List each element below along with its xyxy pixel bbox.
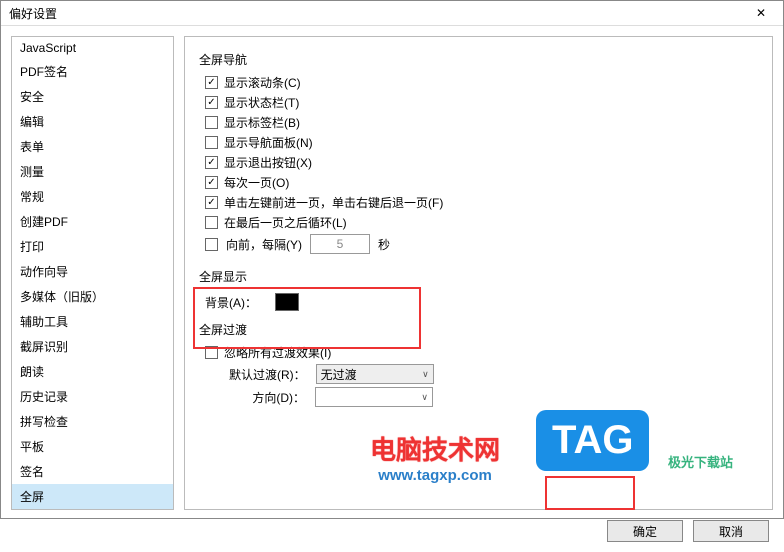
nav-check-label: 显示导航面板(N) — [224, 134, 313, 151]
sidebar-item[interactable]: 创建PDF — [12, 209, 173, 234]
default-transition-label: 默认过渡(R)： — [229, 366, 306, 383]
sidebar-item[interactable]: 常规 — [12, 184, 173, 209]
category-sidebar: JavaScriptPDF签名安全编辑表单测量常规创建PDF打印动作向导多媒体（… — [11, 36, 174, 510]
bg-color-picker[interactable] — [275, 293, 299, 311]
close-button[interactable]: ✕ — [743, 1, 779, 25]
nav-check-label: 每次一页(O) — [224, 174, 289, 191]
nav-check-label: 显示退出按钮(X) — [224, 154, 312, 171]
nav-group-title: 全屏导航 — [199, 51, 758, 68]
timer-label: 向前，每隔(Y) — [226, 236, 302, 253]
timer-checkbox[interactable] — [205, 238, 218, 251]
nav-checkbox[interactable] — [205, 96, 218, 109]
sidebar-item[interactable]: 全屏 — [12, 484, 173, 509]
nav-checkbox[interactable] — [205, 156, 218, 169]
sidebar-item[interactable]: 安全 — [12, 84, 173, 109]
nav-check-label: 显示标签栏(B) — [224, 114, 300, 131]
nav-check-label: 显示状态栏(T) — [224, 94, 299, 111]
titlebar: 偏好设置 ✕ — [1, 1, 783, 26]
direction-label: 方向(D)： — [229, 389, 305, 406]
sidebar-item[interactable]: 截屏识别 — [12, 334, 173, 359]
sidebar-item[interactable]: 历史记录 — [12, 384, 173, 409]
chevron-down-icon: ∨ — [422, 369, 429, 380]
sidebar-item[interactable]: 拼写检查 — [12, 409, 173, 434]
nav-checkbox[interactable] — [205, 176, 218, 189]
sidebar-item[interactable]: 打印 — [12, 234, 173, 259]
ignore-transition-checkbox[interactable] — [205, 346, 218, 359]
sidebar-item[interactable]: 动作向导 — [12, 259, 173, 284]
nav-check-label: 在最后一页之后循环(L) — [224, 214, 347, 231]
chevron-down-icon: ∨ — [421, 392, 428, 403]
nav-checkbox[interactable] — [205, 216, 218, 229]
direction-combo[interactable]: ∨ — [315, 387, 433, 407]
nav-check-label: 显示滚动条(C) — [224, 74, 301, 91]
display-group-title: 全屏显示 — [199, 268, 758, 285]
default-transition-combo[interactable]: 无过渡 ∨ — [316, 364, 434, 384]
nav-check-label: 单击左键前进一页，单击右键后退一页(F) — [224, 194, 443, 211]
transition-group-title: 全屏过渡 — [199, 321, 758, 338]
sidebar-item[interactable]: 平板 — [12, 434, 173, 459]
category-list[interactable]: JavaScriptPDF签名安全编辑表单测量常规创建PDF打印动作向导多媒体（… — [12, 37, 173, 509]
sidebar-item[interactable]: PDF签名 — [12, 59, 173, 84]
sidebar-item[interactable]: 多媒体（旧版） — [12, 284, 173, 309]
sidebar-item[interactable]: 表单 — [12, 134, 173, 159]
close-icon: ✕ — [756, 6, 766, 20]
nav-checkbox[interactable] — [205, 136, 218, 149]
nav-checkbox[interactable] — [205, 76, 218, 89]
sidebar-item[interactable]: 签名 — [12, 459, 173, 484]
ok-button[interactable]: 确定 — [607, 520, 683, 542]
combo-value: 无过渡 — [321, 366, 357, 383]
timer-unit: 秒 — [378, 236, 390, 253]
sidebar-item[interactable]: 测量 — [12, 159, 173, 184]
timer-input[interactable] — [310, 234, 370, 254]
preferences-dialog: 偏好设置 ✕ JavaScriptPDF签名安全编辑表单测量常规创建PDF打印动… — [0, 0, 784, 519]
ignore-transition-label: 忽略所有过渡效果(I) — [224, 344, 331, 361]
sidebar-item[interactable]: 辅助工具 — [12, 309, 173, 334]
dialog-buttons: 确定 取消 — [1, 520, 783, 552]
bg-label: 背景(A)： — [205, 294, 257, 311]
cancel-button[interactable]: 取消 — [693, 520, 769, 542]
sidebar-item[interactable]: 朗读 — [12, 359, 173, 384]
settings-panel: 全屏导航 显示滚动条(C) 显示状态栏(T) 显示标签栏(B) 显示导航面板(N) 显示… — [184, 36, 773, 510]
sidebar-item[interactable]: JavaScript — [12, 37, 173, 59]
sidebar-item[interactable]: 编辑 — [12, 109, 173, 134]
nav-checkbox[interactable] — [205, 196, 218, 209]
nav-checkbox[interactable] — [205, 116, 218, 129]
window-title: 偏好设置 — [9, 5, 57, 22]
